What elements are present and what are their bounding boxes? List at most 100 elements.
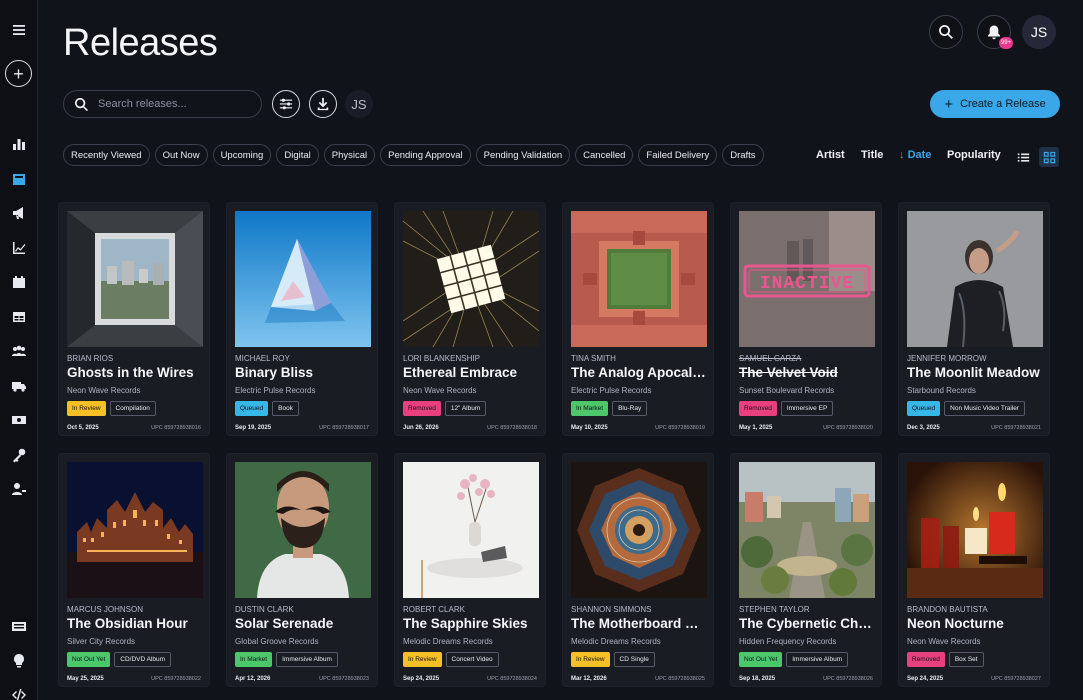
upc-code: UPC 859728938019 [655,425,705,431]
megaphone-icon[interactable] [0,200,38,226]
release-card[interactable]: BRANDON BAUTISTA Neon Nocturne Neon Wave… [898,453,1050,687]
artist-name: SAMUEL GARZA [739,354,802,363]
release-title[interactable]: The Sapphire Skies [403,616,541,631]
filter-chip-failed-delivery[interactable]: Failed Delivery [638,144,718,166]
release-title[interactable]: The Obsidian Hour [67,616,205,631]
key-icon[interactable] [0,442,38,468]
sort-date[interactable]: ↓ Date [899,149,931,161]
sliders-icon [279,98,293,110]
release-title[interactable]: The Velvet Void [739,365,877,380]
release-title[interactable]: Neon Nocturne [907,616,1045,631]
release-title[interactable]: The Moonlit Meadow [907,365,1045,380]
sort-popularity[interactable]: Popularity [947,149,1001,161]
create-release-button[interactable]: + Create a Release [930,90,1060,118]
table-icon[interactable] [0,304,38,330]
record-label: Electric Pulse Records [571,386,652,395]
release-title[interactable]: The Motherboard Matrix [571,616,709,631]
money-icon[interactable] [0,407,38,433]
filter-chip-pending-approval[interactable]: Pending Approval [380,144,471,166]
format-badge: Concert Video [445,652,499,667]
create-release-label: Create a Release [960,98,1046,110]
filter-chip-pending-validation[interactable]: Pending Validation [475,144,571,166]
release-card[interactable]: ROBERT CLARK The Sapphire Skies Melodic … [394,453,546,687]
format-badge: Immersive Album [786,652,849,667]
grid-view-button[interactable] [1039,147,1059,167]
artist-name: BRANDON BAUTISTA [907,605,988,614]
sort-artist[interactable]: Artist [816,149,845,161]
release-card[interactable]: SHANNON SIMMONS The Motherboard Matrix M… [562,453,714,687]
status-badge: Not Out Yet [67,652,111,667]
record-label: Melodic Dreams Records [403,637,493,646]
release-date: Oct 5, 2025 [67,425,99,431]
cover-art [67,211,203,347]
format-badge: Immersive Album [276,652,338,667]
filter-button[interactable] [272,90,300,118]
catalog-icon[interactable] [0,613,38,639]
release-title[interactable]: Solar Serenade [235,616,373,631]
user-key-icon[interactable] [0,476,38,502]
artist-name: BRIAN RIOS [67,354,114,363]
release-date: Jun 26, 2026 [403,425,439,431]
filter-chip-upcoming[interactable]: Upcoming [212,144,272,166]
list-view-button[interactable] [1013,147,1033,167]
lightbulb-icon[interactable] [0,648,38,674]
search-bar[interactable] [63,90,262,118]
hamburger-menu-icon[interactable] [0,17,38,43]
release-card[interactable]: MICHAEL ROY Binary Bliss Electric Pulse … [226,202,378,436]
cover-art [739,462,875,598]
release-date: May 10, 2025 [571,425,608,431]
release-title[interactable]: The Analog Apocalypse [571,365,709,380]
analytics-icon[interactable] [0,131,38,157]
cover-art [571,211,707,347]
filter-chip-digital[interactable]: Digital [276,144,319,166]
upc-code: UPC 859728938025 [655,676,705,682]
filter-chip-cancelled[interactable]: Cancelled [575,144,634,166]
add-icon[interactable]: + [5,60,32,87]
upc-code: UPC 859728938022 [151,676,201,682]
record-label: Sunset Boulevard Records [739,386,835,395]
release-card[interactable]: JENNIFER MORROW The Moonlit Meadow Starb… [898,202,1050,436]
user-initials-chip[interactable]: JS [345,90,373,118]
upc-code: UPC 859728938021 [991,425,1041,431]
upc-code: UPC 859728938020 [823,425,873,431]
trends-icon[interactable] [0,235,38,261]
release-card[interactable]: INACTIVE SAMUEL GARZA The Velvet Void Su… [730,202,882,436]
release-title[interactable]: Binary Bliss [235,365,373,380]
arrow-down-icon: ↓ [899,149,905,161]
status-badge: In Review [571,652,610,667]
notification-badge: 99+ [999,37,1013,49]
release-card[interactable]: STEPHEN TAYLOR The Cybernetic Chronicles… [730,453,882,687]
filter-chip-drafts[interactable]: Drafts [722,144,764,166]
truck-icon[interactable] [0,373,38,399]
status-badge: In Market [235,652,273,667]
release-card[interactable]: MARCUS JOHNSON The Obsidian Hour Silver … [58,453,210,687]
format-badge: Compilation [109,401,156,416]
avatar[interactable]: JS [1022,15,1056,49]
code-icon[interactable] [0,682,38,700]
release-title[interactable]: Ghosts in the Wires [67,365,205,380]
releases-icon[interactable] [0,166,38,192]
download-button[interactable] [309,90,337,118]
release-title[interactable]: Ethereal Embrace [403,365,541,380]
upc-code: UPC 859728938026 [823,676,873,682]
format-badge: Immersive EP [780,401,834,416]
calendar-icon[interactable] [0,269,38,295]
filter-chip-out-now[interactable]: Out Now [154,144,208,166]
cover-art [67,462,203,598]
sort-title[interactable]: Title [861,149,883,161]
cover-art: INACTIVE [739,211,875,347]
users-icon[interactable] [0,338,38,364]
release-card[interactable]: LORI BLANKENSHIP Ethereal Embrace Neon W… [394,202,546,436]
release-card[interactable]: BRIAN RIOS Ghosts in the Wires Neon Wave… [58,202,210,436]
release-title[interactable]: The Cybernetic Chronicles [739,616,877,631]
filter-chip-physical[interactable]: Physical [323,144,376,166]
search-button[interactable] [929,15,963,49]
filter-chip-recently-viewed[interactable]: Recently Viewed [63,144,150,166]
search-input[interactable] [98,98,248,110]
cover-art [907,462,1043,598]
format-badge: Non Music Video Trailer [944,401,1026,416]
release-card[interactable]: DUSTIN CLARK Solar Serenade Global Groov… [226,453,378,687]
release-card[interactable]: TINA SMITH The Analog Apocalypse Electri… [562,202,714,436]
release-date: Sep 19, 2025 [235,425,272,431]
page-title: Releases [63,22,218,64]
